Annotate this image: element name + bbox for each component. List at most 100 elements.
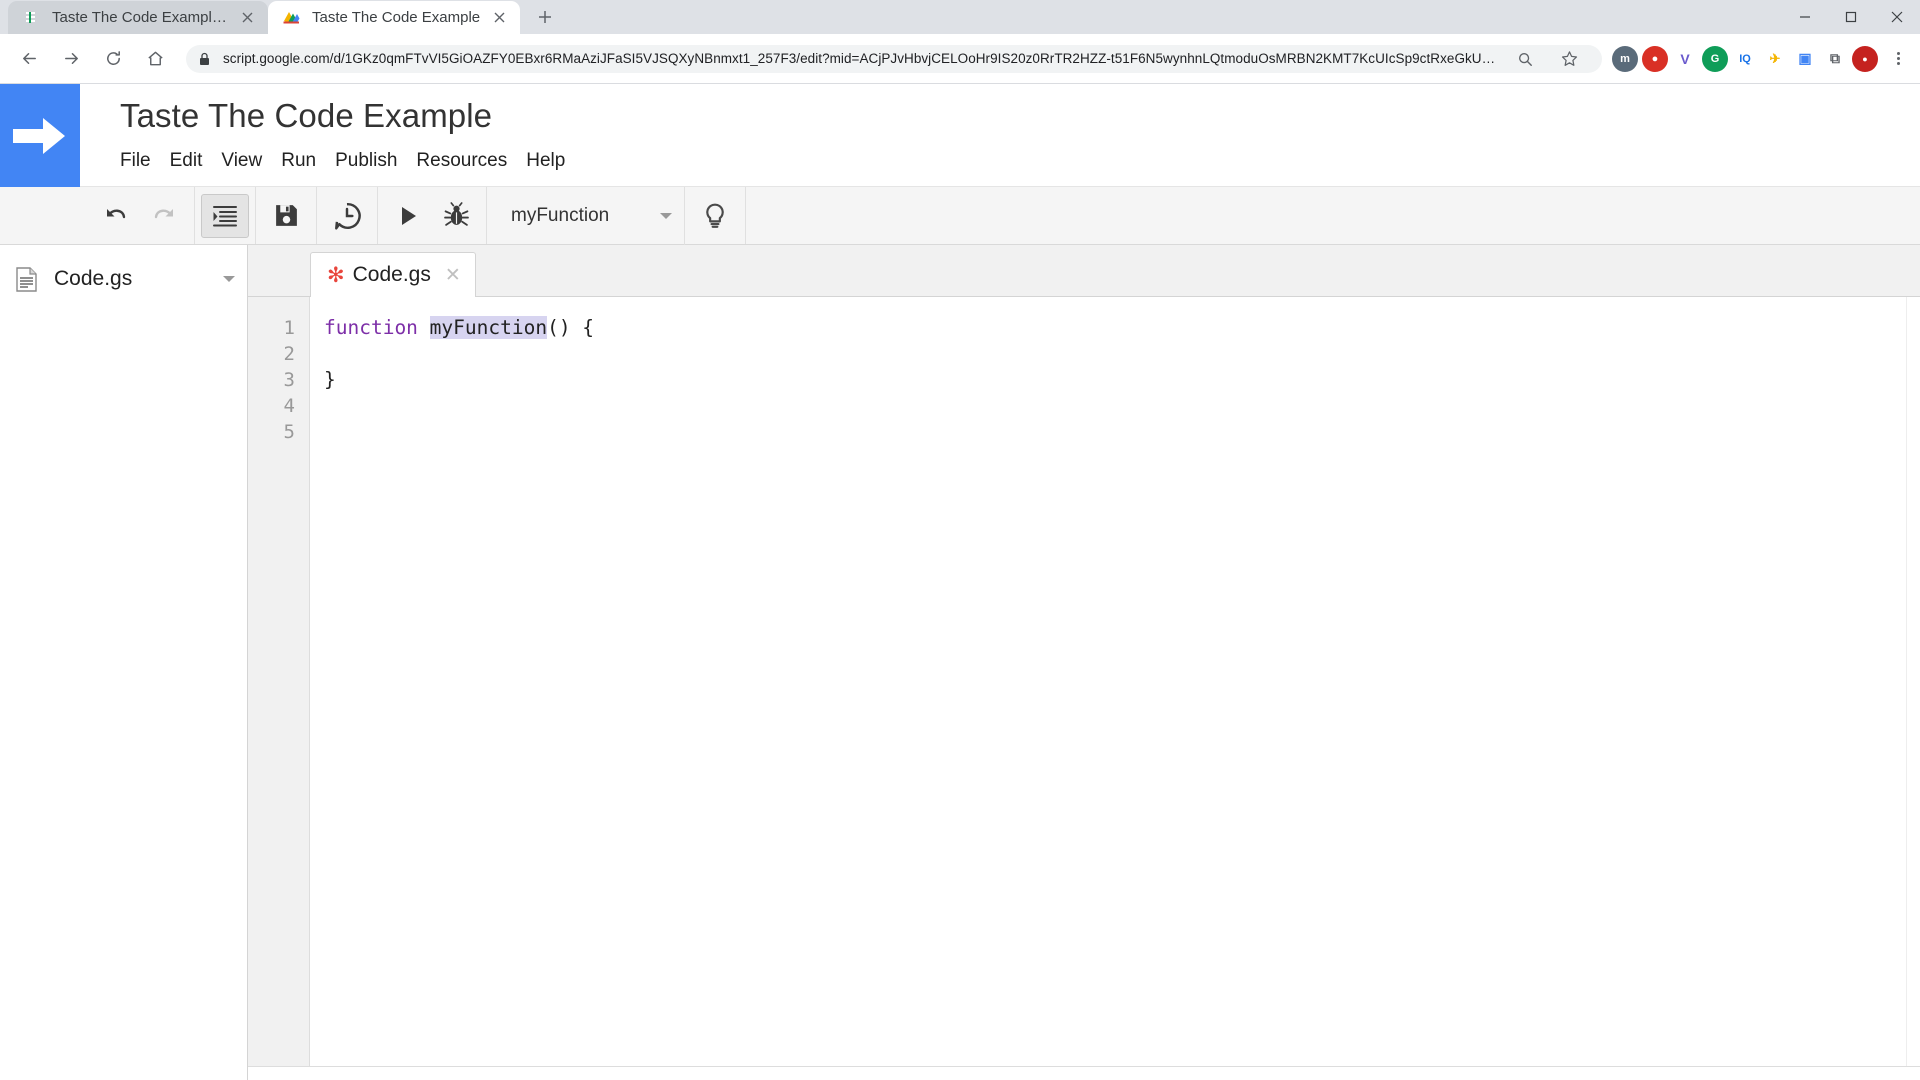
code-line-2 xyxy=(324,341,1920,367)
window-controls xyxy=(1782,0,1920,34)
horizontal-scrollbar[interactable] xyxy=(248,1066,1920,1080)
code-line-4 xyxy=(324,393,1920,419)
line-number: 1 xyxy=(248,315,309,341)
minimize-button[interactable] xyxy=(1782,0,1828,34)
zoom-icon[interactable] xyxy=(1509,43,1541,75)
menu-item-publish[interactable]: Publish xyxy=(335,144,416,178)
menu-item-help[interactable]: Help xyxy=(526,144,584,178)
apps-script-arrow-logo[interactable] xyxy=(0,84,80,187)
menu-item-run[interactable]: Run xyxy=(281,144,335,178)
address-bar[interactable]: script.google.com/d/1GKz0qmFTvVI5GiOAZFY… xyxy=(186,45,1602,73)
extension-glyph: G xyxy=(1711,53,1720,65)
unsaved-indicator-icon: ✻ xyxy=(327,265,345,286)
extension-glyph: ✈ xyxy=(1770,51,1781,67)
close-window-button[interactable] xyxy=(1874,0,1920,34)
code-editor[interactable]: 1 2 3 4 5 function myFunction() { } xyxy=(248,297,1920,1066)
debug-bug-icon[interactable] xyxy=(432,187,480,245)
save-floppy-icon[interactable] xyxy=(262,187,310,245)
editor-tab-bar: ✻ Code.gs ✕ xyxy=(248,245,1920,297)
undo-icon[interactable] xyxy=(92,187,140,245)
extension-glyph: V xyxy=(1680,51,1689,67)
page-title[interactable]: Taste The Code Example xyxy=(120,96,584,136)
tab-strip: Taste The Code Example - Google Sheets T… xyxy=(0,0,1920,34)
maximize-button[interactable] xyxy=(1828,0,1874,34)
star-icon[interactable] xyxy=(1553,43,1585,75)
extension-toolbar: m ● V G IQ ✈ ▣ ⧉ ● xyxy=(1610,45,1912,73)
code-line-5 xyxy=(324,419,1920,445)
extension-glyph: m xyxy=(1620,53,1630,65)
extension-bird-icon[interactable]: ✈ xyxy=(1762,46,1788,72)
script-file-icon xyxy=(16,267,40,292)
apps-script-icon xyxy=(282,8,301,27)
extension-glyph: ▣ xyxy=(1798,50,1811,67)
tab-title: Taste The Code Example - Google Sheets xyxy=(52,9,228,26)
toolbar-group-save xyxy=(256,187,317,244)
redo-icon[interactable] xyxy=(140,187,188,245)
extension-v-icon[interactable]: V xyxy=(1672,46,1698,72)
extension-m-icon[interactable]: m xyxy=(1612,46,1638,72)
code-line-1: function myFunction() { xyxy=(324,315,1920,341)
line-number-gutter: 1 2 3 4 5 xyxy=(248,297,310,1066)
code-line-3: } xyxy=(324,367,1920,393)
editor-tab-label: Code.gs xyxy=(353,263,431,287)
toolbar-group-run xyxy=(378,187,487,244)
code-content[interactable]: function myFunction() { } xyxy=(310,297,1920,1066)
chrome-menu-icon[interactable] xyxy=(1884,45,1912,73)
lock-icon xyxy=(198,52,212,66)
menu-item-edit[interactable]: Edit xyxy=(170,144,222,178)
run-play-icon[interactable] xyxy=(384,187,432,245)
browser-chrome: Taste The Code Example - Google Sheets T… xyxy=(0,0,1920,84)
avatar-glyph: ● xyxy=(1862,54,1867,64)
toolbar-group-hint xyxy=(685,187,746,244)
file-sidebar: Code.gs xyxy=(0,245,248,1080)
line-number: 4 xyxy=(248,393,309,419)
indent-format-icon[interactable] xyxy=(201,194,249,238)
editor-area: ✻ Code.gs ✕ 1 2 3 4 5 function myFunctio… xyxy=(248,245,1920,1080)
sidebar-item-code-gs[interactable]: Code.gs xyxy=(0,257,247,301)
lightbulb-icon[interactable] xyxy=(691,187,739,245)
code-keyword: function xyxy=(324,316,418,339)
version-history-clock-icon[interactable] xyxy=(323,187,371,245)
vertical-scrollbar[interactable] xyxy=(1906,297,1920,1066)
app-header: Taste The Code Example File Edit View Ru… xyxy=(0,84,1920,187)
code-selection[interactable]: myFunction xyxy=(430,316,547,339)
menu-item-file[interactable]: File xyxy=(120,144,170,178)
toolbar-group-history-clock xyxy=(317,187,378,244)
line-number: 3 xyxy=(248,367,309,393)
line-number: 5 xyxy=(248,419,309,445)
chevron-down-icon[interactable] xyxy=(223,276,235,282)
back-arrow-icon[interactable] xyxy=(13,43,45,75)
extension-red-icon[interactable]: ● xyxy=(1642,46,1668,72)
chevron-down-icon xyxy=(660,213,672,219)
close-icon[interactable] xyxy=(236,7,258,29)
extension-glyph: IQ xyxy=(1739,53,1751,65)
toolbar-group-format xyxy=(195,187,256,244)
function-select[interactable]: myFunction xyxy=(487,187,685,245)
sheets-icon xyxy=(22,8,41,27)
browser-tab-apps-script[interactable]: Taste The Code Example xyxy=(268,1,520,34)
toolbar-group-history xyxy=(86,187,195,244)
workspace: Code.gs ✻ Code.gs ✕ 1 2 3 4 5 xyxy=(0,245,1920,1080)
browser-tab-sheets[interactable]: Taste The Code Example - Google Sheets xyxy=(8,1,268,34)
reload-icon[interactable] xyxy=(97,43,129,75)
line-number: 2 xyxy=(248,341,309,367)
extension-image-icon[interactable]: ▣ xyxy=(1792,46,1818,72)
menu-bar: File Edit View Run Publish Resources Hel… xyxy=(120,144,584,178)
navigation-bar: script.google.com/d/1GKz0qmFTvVI5GiOAZFY… xyxy=(0,34,1920,84)
extension-puzzle-icon[interactable]: ⧉ xyxy=(1822,46,1848,72)
editor-tab-code-gs[interactable]: ✻ Code.gs ✕ xyxy=(310,252,476,297)
close-icon[interactable]: ✕ xyxy=(445,266,461,285)
close-icon[interactable] xyxy=(488,7,510,29)
function-select-value: myFunction xyxy=(511,205,609,227)
menu-item-resources[interactable]: Resources xyxy=(416,144,526,178)
code-tail: () { xyxy=(547,316,594,339)
forward-arrow-icon[interactable] xyxy=(55,43,87,75)
extension-g-icon[interactable]: G xyxy=(1702,46,1728,72)
extension-glyph: ⧉ xyxy=(1830,50,1840,67)
new-tab-button[interactable] xyxy=(530,2,560,32)
avatar[interactable]: ● xyxy=(1852,46,1878,72)
extension-iq-icon[interactable]: IQ xyxy=(1732,46,1758,72)
menu-item-view[interactable]: View xyxy=(221,144,281,178)
tab-title: Taste The Code Example xyxy=(312,9,480,26)
home-icon[interactable] xyxy=(139,43,171,75)
